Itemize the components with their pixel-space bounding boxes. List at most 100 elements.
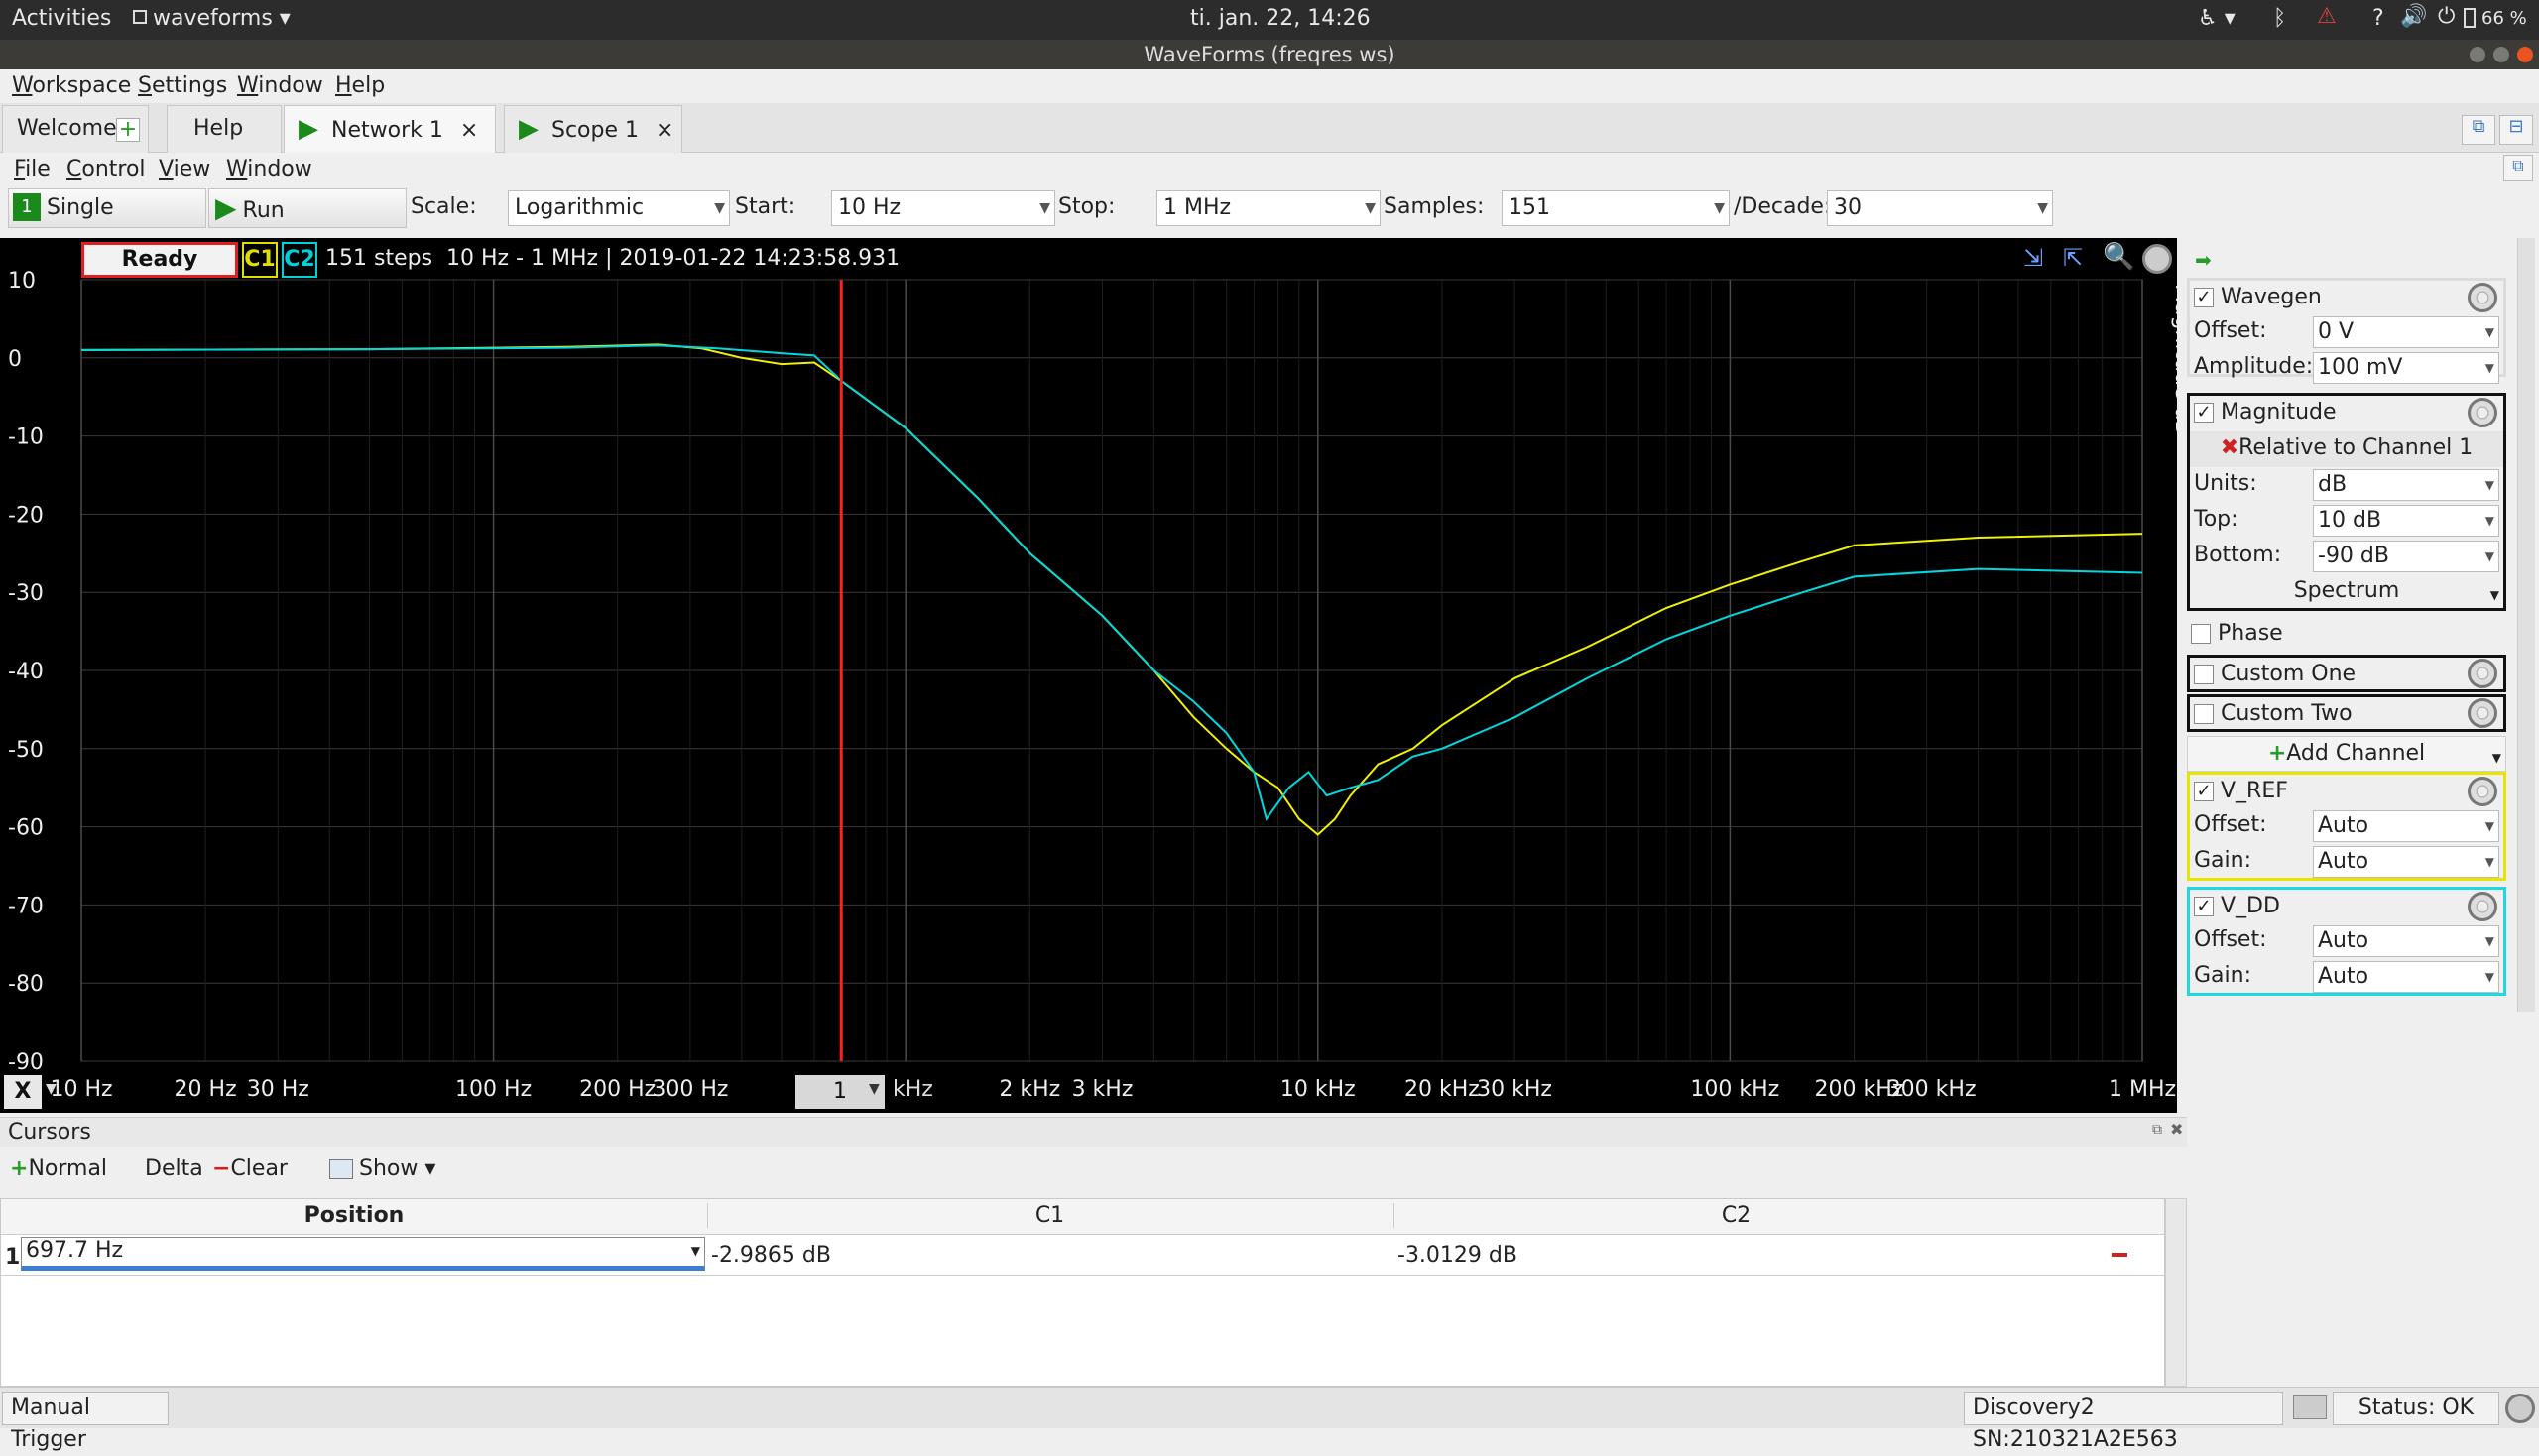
cursor-position-input[interactable]: 697.7 Hz ▼ <box>21 1237 705 1271</box>
panel-scrollbar[interactable] <box>2517 238 2535 1012</box>
plot-settings-icon[interactable] <box>2142 244 2172 274</box>
close-tab-icon[interactable]: × <box>460 118 478 143</box>
float-icon[interactable]: ⧉ <box>2152 1122 2162 1138</box>
show-dropdown[interactable]: Show ▾ <box>329 1156 435 1181</box>
device-selector[interactable]: Discovery2 SN:210321A2E563 <box>1964 1392 2283 1452</box>
menu-settings[interactable]: Settings <box>138 73 227 98</box>
vref-settings-icon[interactable] <box>2468 777 2497 806</box>
vref-gain-input[interactable]: Auto ▼ <box>2313 846 2499 878</box>
menu-window-instrument[interactable]: Window <box>226 157 312 182</box>
chevron-down-icon: ▼ <box>690 1244 700 1258</box>
help-icon[interactable]: ? <box>2372 6 2384 31</box>
magnitude-header[interactable]: ✓ Magnitude <box>2190 396 2503 431</box>
menu-workspace[interactable]: Workspace <box>12 73 131 98</box>
samples-input[interactable]: 151 ▼ <box>1502 190 1730 226</box>
add-tab-icon[interactable]: + <box>116 118 140 142</box>
tab-help[interactable]: Help <box>167 105 282 153</box>
menu-control[interactable]: Control <box>66 157 146 182</box>
tab-welcome[interactable]: Welcome + <box>2 105 149 153</box>
remove-icon[interactable]: ✖ <box>2221 435 2238 460</box>
detach-icon[interactable]: ⧉ <box>2503 155 2533 181</box>
custom-one-section[interactable]: Custom One <box>2187 655 2506 692</box>
x-axis-button[interactable]: X <box>4 1075 42 1109</box>
accessibility-icon[interactable]: ♿ ▾ <box>2198 6 2236 31</box>
bluetooth-icon[interactable]: ᛒ <box>2273 6 2286 31</box>
chevron-down-icon[interactable]: ▼ <box>869 1081 880 1097</box>
x-tick-label: 200 Hz <box>579 1077 657 1102</box>
close-window-button[interactable] <box>2517 47 2533 62</box>
tab-scope-1[interactable]: ▶ Scope 1 × <box>504 105 682 153</box>
close-tab-icon[interactable]: × <box>656 118 673 143</box>
vdd-checkbox[interactable]: ✓ <box>2194 897 2214 916</box>
power-icon[interactable]: ⏻ <box>2438 4 2455 29</box>
cursors-scrollbar[interactable] <box>2165 1198 2187 1387</box>
menu-window[interactable]: Window <box>237 73 323 98</box>
custom-one-checkbox[interactable] <box>2194 665 2214 684</box>
vdd-header[interactable]: ✓ V_DD <box>2190 890 2503 925</box>
channel-c1-badge[interactable]: C1 <box>242 242 278 278</box>
wavegen-offset-input[interactable]: 0 V ▼ <box>2313 316 2499 348</box>
plot-canvas[interactable]: 100-10-20-30-40-50-60-70-80-90 <box>0 238 2177 1113</box>
magnitude-plot[interactable]: 10 0 -10 -20 -30 -40 -50 -60 -70 -80 -90 Ready C1 … <box>0 238 2195 1113</box>
device-settings-icon[interactable] <box>2505 1394 2535 1423</box>
zoom-icon[interactable]: 🔍 <box>2103 242 2134 272</box>
channel-c2-badge[interactable]: C2 <box>282 242 317 278</box>
magnitude-settings-icon[interactable] <box>2468 398 2497 427</box>
layout-icon[interactable]: ⊟ <box>2499 115 2533 145</box>
volume-icon[interactable]: 🔊 <box>2400 4 2427 29</box>
custom-one-settings-icon[interactable] <box>2468 659 2497 688</box>
vdd-gain-input[interactable]: Auto ▼ <box>2313 961 2499 993</box>
remove-cursor-icon[interactable] <box>2112 1253 2127 1257</box>
add-channel-button[interactable]: +Add Channel ▼ <box>2187 736 2506 772</box>
vref-gain-row: Gain: Auto ▼ <box>2190 844 2503 880</box>
bottom-input[interactable]: -90 dB ▼ <box>2313 541 2499 572</box>
menu-help[interactable]: Help <box>335 73 385 98</box>
zoom-y-icon[interactable]: ⇱ <box>2063 244 2083 272</box>
activities-button[interactable]: Activities <box>12 6 111 31</box>
vdd-offset-input[interactable]: Auto ▼ <box>2313 925 2499 957</box>
wavegen-amplitude-input[interactable]: 100 mV ▼ <box>2313 352 2499 384</box>
scale-select[interactable]: Logarithmic ▼ <box>508 190 730 226</box>
custom-two-settings-icon[interactable] <box>2468 698 2497 728</box>
menu-view[interactable]: View <box>159 157 210 182</box>
spectrum-button[interactable]: Spectrum ▼ <box>2190 574 2503 610</box>
vref-header[interactable]: ✓ V_REF <box>2190 775 2503 810</box>
custom-two-checkbox[interactable] <box>2194 704 2214 724</box>
run-button[interactable]: ▶ Run <box>208 188 407 228</box>
wavegen-settings-icon[interactable] <box>2468 283 2497 312</box>
relative-to-channel-button[interactable]: ✖Relative to Channel 1 <box>2190 431 2503 467</box>
y-tick-label: 0 <box>8 347 22 372</box>
normal-cursor-button[interactable]: +Normal <box>10 1156 107 1181</box>
panel-arrow-icon[interactable]: ➡ <box>2195 248 2212 272</box>
magnitude-checkbox[interactable]: ✓ <box>2194 403 2214 423</box>
close-panel-icon[interactable]: ✖ <box>2170 1120 2183 1139</box>
maximize-button[interactable] <box>2493 47 2509 62</box>
wavegen-checkbox[interactable]: ✓ <box>2194 288 2214 307</box>
device-icon[interactable] <box>2293 1395 2327 1419</box>
custom-two-section[interactable]: Custom Two <box>2187 694 2506 732</box>
tab-network-1[interactable]: ▶ Network 1 × <box>284 105 496 153</box>
delta-cursor-button[interactable]: Delta <box>145 1156 203 1181</box>
start-input[interactable]: 10 Hz ▼ <box>831 190 1055 226</box>
clock[interactable]: ti. jan. 22, 14:26 <box>1190 6 1371 31</box>
vdd-settings-icon[interactable] <box>2468 892 2497 921</box>
units-select[interactable]: dB ▼ <box>2313 469 2499 501</box>
alert-icon[interactable]: ⚠ <box>2317 4 2337 29</box>
decade-input[interactable]: 30 ▼ <box>1827 190 2053 226</box>
menu-file[interactable]: File <box>14 157 51 182</box>
zoom-x-icon[interactable]: ⇲ <box>2023 244 2043 272</box>
wavegen-header[interactable]: ✓ Wavegen <box>2190 281 2503 316</box>
top-input[interactable]: 10 dB ▼ <box>2313 505 2499 537</box>
dock-icon[interactable]: ⧉ <box>2462 115 2495 145</box>
vref-offset-input[interactable]: Auto ▼ <box>2313 810 2499 842</box>
phase-checkbox[interactable] <box>2191 624 2211 644</box>
phase-row[interactable]: Phase <box>2187 617 2500 653</box>
clear-cursors-button[interactable]: −Clear <box>212 1156 288 1181</box>
stop-input[interactable]: 1 MHz ▼ <box>1156 190 1381 226</box>
minimize-button[interactable] <box>2470 47 2485 62</box>
app-menu-button[interactable]: waveforms ▾ <box>153 6 291 31</box>
manual-trigger-button[interactable]: Manual Trigger <box>2 1392 169 1452</box>
single-button[interactable]: 1 Single <box>8 188 206 228</box>
table-row[interactable]: 1 697.7 Hz ▼ -2.9865 dB -3.0129 dB <box>1 1235 2164 1276</box>
vref-checkbox[interactable]: ✓ <box>2194 782 2214 801</box>
